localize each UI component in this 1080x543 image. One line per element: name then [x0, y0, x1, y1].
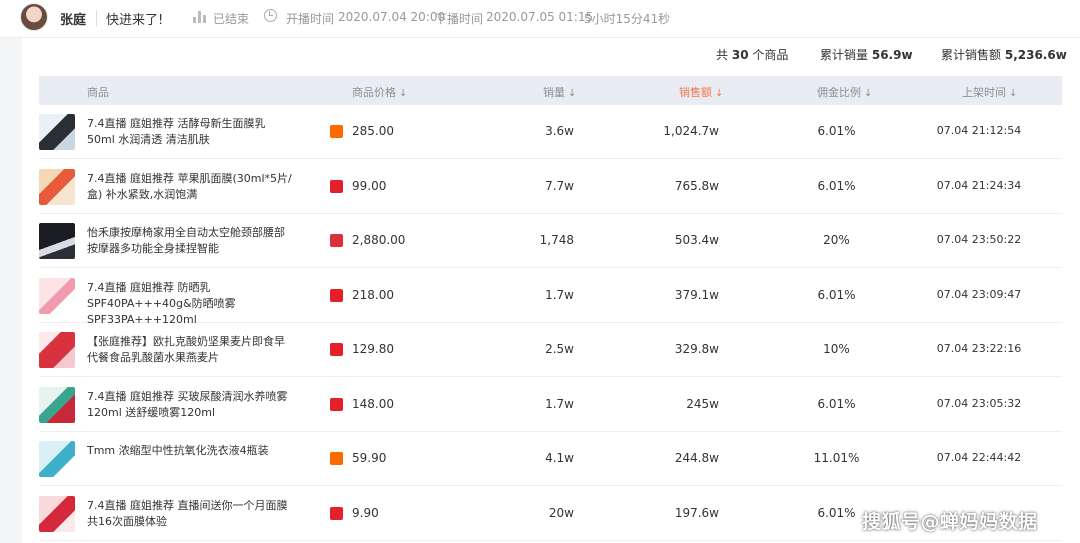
table-row[interactable]: 7.4直播 庭姐推荐 活酵母新生面膜乳50ml 水润清透 清洁肌肤 285.00 3… — [39, 105, 1062, 159]
product-sales: 20w — [548, 505, 574, 520]
product-commission: 6.01% — [817, 178, 856, 193]
product-amount: 329.8w — [674, 342, 719, 356]
product-sales: 3.6w — [545, 124, 574, 138]
product-thumbnail[interactable] — [39, 277, 75, 314]
product-listed-time: 07.04 21:24:34 — [936, 178, 1022, 192]
table-row[interactable]: 怡禾康按摩椅家用全自动太空舱颈部腰部按摩器多功能全身揉捏智能 2,880.00 1,… — [39, 214, 1062, 268]
product-amount: 244.8w — [674, 451, 719, 465]
product-name[interactable]: 【张庭推荐】欧扎克酸奶坚果麦片即食早代餐食品乳酸菌水果燕麦片 — [87, 334, 292, 366]
sort-arrow-icon: ↓ — [715, 88, 724, 99]
table-row[interactable]: 7.4直播 庭姐推荐 买玻尿酸清润水养喷雾120ml 送舒缓喷雾120ml 148… — [39, 378, 1062, 432]
end-time: 2020.07.05 01:15 — [486, 10, 594, 24]
product-listed-time: 07.04 23:50:22 — [936, 233, 1022, 246]
sort-arrow-icon: ↓ — [1009, 88, 1018, 99]
product-thumbnail[interactable] — [39, 168, 75, 205]
product-thumbnail[interactable] — [39, 495, 75, 532]
product-thumbnail[interactable] — [39, 441, 75, 477]
col-price-sort[interactable]: 商品价格 ↓ — [352, 84, 407, 100]
product-commission: 10% — [823, 342, 850, 356]
product-price: 285.00 — [352, 124, 394, 138]
live-status: 已结束 — [213, 12, 250, 26]
product-amount: 765.8w — [674, 178, 719, 193]
product-thumbnail[interactable] — [39, 386, 75, 423]
live-title: 快进来了! — [106, 13, 164, 28]
product-amount: 245w — [686, 396, 719, 411]
total-amount: 累计销售额 5,236.6w — [941, 48, 1067, 62]
anchor-avatar[interactable] — [20, 3, 48, 31]
platform-icon — [330, 343, 343, 356]
bar-chart-icon — [193, 11, 206, 23]
product-sales: 2.5w — [545, 342, 574, 356]
product-count: 共 30 个商品 — [716, 48, 789, 62]
clock-icon — [264, 9, 277, 22]
col-product: 商品 — [87, 86, 109, 99]
product-name[interactable]: 7.4直播 庭姐推荐 买玻尿酸清润水养喷雾120ml 送舒缓喷雾120ml — [87, 389, 292, 421]
product-sales: 1.7w — [545, 287, 574, 302]
platform-icon — [330, 506, 343, 520]
product-price: 59.90 — [352, 451, 387, 465]
platform-icon — [330, 125, 343, 138]
table-row[interactable]: 【张庭推荐】欧扎克酸奶坚果麦片即食早代餐食品乳酸菌水果燕麦片 129.80 2.5w… — [39, 323, 1062, 377]
product-commission: 6.01% — [817, 287, 856, 302]
product-amount: 1,024.7w — [663, 124, 719, 138]
product-name[interactable]: 7.4直播 庭姐推荐 活酵母新生面膜乳50ml 水润清透 清洁肌肤 — [87, 116, 292, 148]
col-commission-sort[interactable]: 佣金比例 ↓ — [817, 84, 872, 100]
product-thumbnail[interactable] — [39, 332, 75, 368]
start-time: 2020.07.04 20:00 — [338, 10, 446, 24]
product-thumbnail[interactable] — [39, 114, 75, 150]
sort-arrow-icon: ↓ — [399, 88, 408, 99]
sort-arrow-icon: ↓ — [568, 88, 577, 99]
product-amount: 503.4w — [674, 233, 719, 247]
product-price: 9.90 — [352, 505, 379, 520]
platform-icon — [330, 452, 343, 465]
col-sales-sort[interactable]: 销量 ↓ — [543, 84, 576, 100]
product-commission: 20% — [823, 233, 850, 247]
anchor-name[interactable]: 张庭 — [60, 9, 86, 28]
product-name[interactable]: Tmm 浓缩型中性抗氧化洗衣液4瓶装 — [87, 443, 292, 459]
product-price: 218.00 — [352, 287, 394, 302]
product-commission: 11.01% — [813, 451, 860, 465]
platform-icon — [330, 179, 343, 193]
product-sales: 1.7w — [545, 396, 574, 411]
product-name[interactable]: 7.4直播 庭姐推荐 苹果肌面膜(30ml*5片/盒) 补水紧致,水润饱满 — [87, 171, 292, 203]
product-sales: 1,748 — [539, 233, 574, 247]
product-name[interactable]: 7.4直播 庭姐推荐 防晒乳SPF40PA+++40g&防晒喷雾SPF33PA+… — [87, 280, 292, 328]
product-price: 129.80 — [352, 342, 394, 356]
total-sales: 累计销量 56.9w — [820, 48, 913, 62]
table-row[interactable]: 7.4直播 庭姐推荐 防晒乳SPF40PA+++40g&防晒喷雾SPF33PA+… — [39, 269, 1062, 326]
table-row[interactable]: 7.4直播 庭姐推荐 苹果肌面膜(30ml*5片/盒) 补水紧致,水润饱满 99.… — [39, 160, 1062, 214]
product-listed-time: 07.04 23:05:32 — [936, 396, 1022, 410]
live-duration: 5小时15分41秒 — [584, 12, 671, 26]
product-price: 2,880.00 — [352, 233, 406, 247]
watermark: 搜狐号@蝉妈妈数据 — [862, 511, 1038, 533]
divider — [96, 10, 97, 26]
table-row[interactable]: Tmm 浓缩型中性抗氧化洗衣液4瓶装 59.90 4.1w 244.8w 11.01% 0… — [39, 432, 1062, 486]
end-label: 下播时间 — [435, 12, 484, 26]
product-name[interactable]: 7.4直播 庭姐推荐 直播间送你一个月面膜 共16次面膜体验 — [87, 498, 292, 530]
product-commission: 6.01% — [817, 396, 856, 411]
product-listed-time: 07.04 21:12:54 — [936, 124, 1022, 137]
platform-icon — [330, 234, 343, 247]
product-price: 148.00 — [352, 396, 394, 411]
product-panel: 共 30 个商品 累计销量 56.9w 累计销售额 5,236.6w 商品 商品… — [22, 38, 1080, 543]
sort-arrow-icon: ↓ — [864, 88, 873, 99]
product-listed-time: 07.04 22:44:42 — [936, 451, 1022, 464]
product-listed-time: 07.04 23:09:47 — [936, 287, 1022, 301]
platform-icon — [330, 288, 343, 302]
product-price: 99.00 — [352, 178, 387, 193]
table-header: 商品 商品价格 ↓ 销量 ↓ 销售额 ↓ 佣金比例 ↓ 上架时间 ↓ — [39, 76, 1062, 105]
col-amount-sort[interactable]: 销售额 ↓ — [679, 84, 723, 100]
platform-icon — [330, 397, 343, 411]
col-time-sort[interactable]: 上架时间 ↓ — [962, 84, 1017, 100]
product-name[interactable]: 怡禾康按摩椅家用全自动太空舱颈部腰部按摩器多功能全身揉捏智能 — [87, 225, 292, 257]
product-commission: 6.01% — [817, 124, 856, 138]
product-amount: 379.1w — [674, 287, 719, 302]
product-thumbnail[interactable] — [39, 223, 75, 259]
product-listed-time: 07.04 23:22:16 — [936, 342, 1022, 355]
product-sales: 7.7w — [545, 178, 574, 193]
product-amount: 197.6w — [674, 505, 719, 520]
product-sales: 4.1w — [545, 451, 574, 465]
live-info-bar: 张庭 快进来了! 已结束 开播时间 2020.07.04 20:00 下播时间 … — [0, 0, 1080, 38]
start-label: 开播时间 — [286, 12, 335, 26]
